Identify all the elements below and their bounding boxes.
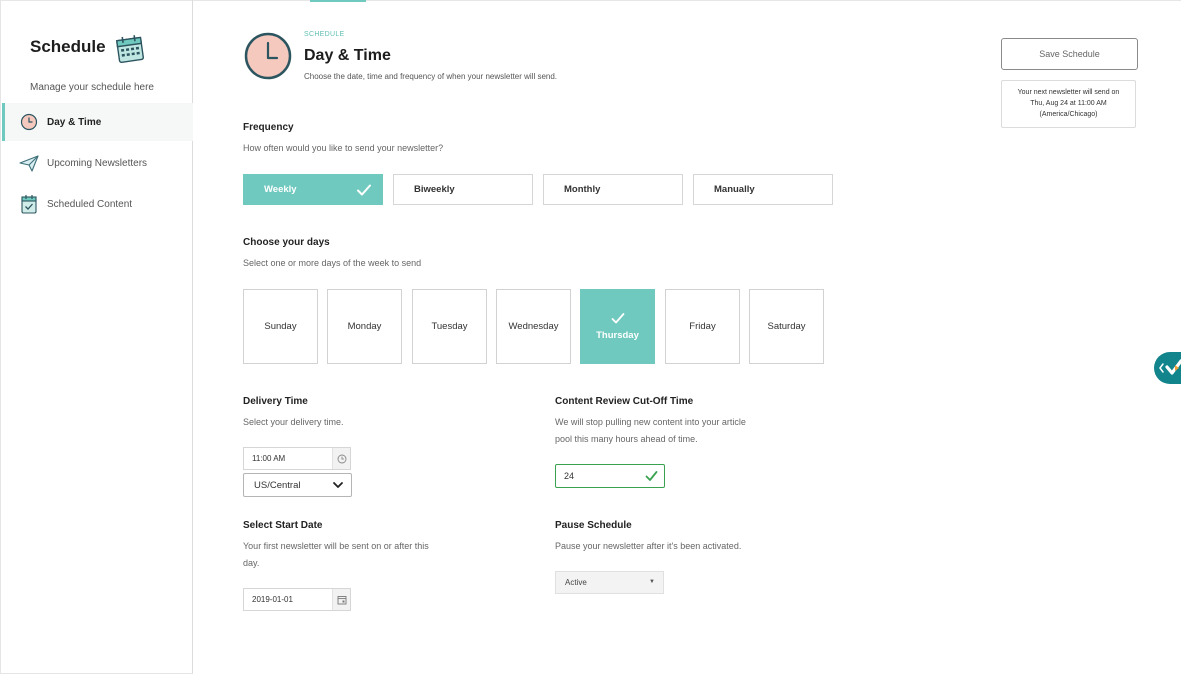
caret-down-icon: ▼: [649, 579, 655, 585]
help-widget-tab[interactable]: [1154, 352, 1181, 384]
frequency-option-label: Monthly: [564, 184, 601, 195]
sidebar-item-label: Upcoming Newsletters: [47, 157, 148, 169]
frequency-option-label: Biweekly: [414, 184, 455, 195]
frequency-hint: How often would you like to send your ne…: [243, 143, 444, 153]
delivery-time-label: Delivery Time: [243, 396, 308, 407]
pause-value: Active: [565, 578, 587, 587]
day-option-saturday[interactable]: Saturday: [749, 289, 824, 364]
day-option-label: Tuesday: [431, 321, 468, 332]
pause-label: Pause Schedule: [555, 520, 632, 531]
day-option-monday[interactable]: Monday: [327, 289, 402, 364]
top-accent-bar: [310, 0, 366, 2]
check-icon: [645, 470, 658, 484]
pause-hint: Pause your newsletter after it's been ac…: [555, 541, 742, 551]
clock-icon: [19, 112, 39, 132]
frequency-option-label: Weekly: [264, 184, 297, 195]
next-send-line: Thu, Aug 24 at 11:00 AM: [1030, 100, 1107, 107]
cutoff-hours-input[interactable]: 24: [555, 464, 665, 488]
day-option-tuesday[interactable]: Tuesday: [412, 289, 487, 364]
clock-icon: [244, 32, 292, 85]
sidebar: Schedule Manage your schedule here Day &…: [0, 0, 193, 674]
frequency-option-label: Manually: [714, 184, 755, 195]
start-date-hint-line: Your first newsletter will be sent on or…: [243, 541, 429, 551]
timezone-select[interactable]: US/Central: [243, 473, 352, 497]
page-title: Day & Time: [304, 47, 391, 64]
next-send-line: (America/Chicago): [1039, 111, 1098, 118]
day-option-wednesday[interactable]: Wednesday: [496, 289, 571, 364]
timezone-value: US/Central: [254, 479, 301, 491]
delivery-time-value: 11:00 AM: [252, 454, 286, 463]
start-date-hint-line: day.: [243, 558, 260, 568]
frequency-option-monthly[interactable]: Monthly: [543, 174, 683, 205]
sidebar-item-label: Day & Time: [47, 116, 102, 128]
page-kicker: SCHEDULE: [304, 31, 345, 38]
calendar-check-icon: [19, 194, 39, 214]
delivery-time-hint: Select your delivery time.: [243, 417, 344, 427]
sidebar-title: Schedule: [30, 37, 106, 56]
day-option-thursday[interactable]: Thursday: [580, 289, 655, 364]
sidebar-item-upcoming-newsletters[interactable]: Upcoming Newsletters: [2, 144, 193, 182]
next-send-info: Your next newsletter will send on Thu, A…: [1001, 80, 1136, 128]
day-option-sunday[interactable]: Sunday: [243, 289, 318, 364]
pause-select[interactable]: Active ▼: [555, 571, 664, 594]
frequency-label: Frequency: [243, 122, 294, 133]
check-icon: [356, 182, 372, 201]
sidebar-item-day-time[interactable]: Day & Time: [2, 103, 193, 141]
cutoff-label: Content Review Cut-Off Time: [555, 396, 694, 407]
days-hint: Select one or more days of the week to s…: [243, 258, 422, 268]
days-label: Choose your days: [243, 237, 330, 248]
sidebar-item-label: Scheduled Content: [47, 198, 133, 210]
frequency-option-weekly[interactable]: Weekly: [243, 174, 383, 205]
calendar-icon[interactable]: [332, 589, 350, 610]
frequency-option-biweekly[interactable]: Biweekly: [393, 174, 533, 205]
start-date-input[interactable]: 2019-01-01: [243, 588, 351, 611]
day-option-label: Monday: [347, 321, 382, 332]
cutoff-hint-line: We will stop pulling new content into yo…: [555, 417, 746, 427]
sidebar-subtitle: Manage your schedule here: [30, 82, 154, 93]
chevron-down-icon: [332, 479, 344, 494]
frequency-option-manually[interactable]: Manually: [693, 174, 833, 205]
cutoff-hint-line: pool this many hours ahead of time.: [555, 434, 698, 444]
day-option-label: Thursday: [596, 330, 639, 341]
sidebar-item-scheduled-content[interactable]: Scheduled Content: [2, 185, 193, 223]
day-option-label: Sunday: [264, 321, 297, 332]
cutoff-hint: We will stop pulling new content into yo…: [555, 414, 746, 448]
start-date-value: 2019-01-01: [252, 595, 293, 604]
next-send-line: Your next newsletter will send on: [1017, 89, 1120, 96]
day-option-label: Saturday: [767, 321, 806, 332]
paper-plane-icon: [19, 153, 39, 173]
day-option-label: Wednesday: [508, 321, 559, 332]
day-option-friday[interactable]: Friday: [665, 289, 740, 364]
check-icon: [611, 312, 625, 328]
day-option-label: Friday: [689, 321, 716, 332]
start-date-label: Select Start Date: [243, 520, 323, 531]
delivery-time-input[interactable]: 11:00 AM: [243, 447, 351, 470]
start-date-hint: Your first newsletter will be sent on or…: [243, 538, 429, 572]
save-schedule-button[interactable]: Save Schedule: [1001, 38, 1138, 70]
cutoff-hours-value: 24: [564, 471, 575, 481]
page-description: Choose the date, time and frequency of w…: [304, 72, 558, 81]
clock-icon[interactable]: [332, 448, 350, 469]
calendar-icon: [113, 32, 147, 71]
